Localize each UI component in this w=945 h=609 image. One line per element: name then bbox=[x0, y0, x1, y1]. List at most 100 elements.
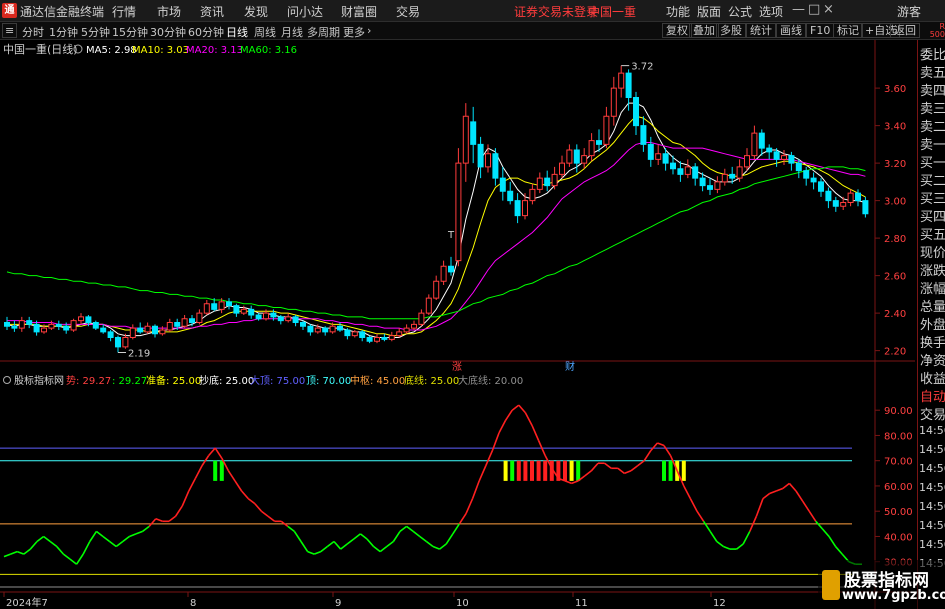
quote-change: 涨跌 bbox=[920, 264, 945, 279]
candle-body bbox=[55, 323, 62, 327]
candle-body bbox=[758, 132, 765, 149]
indicator-item-chaodi: 抄底: 25.00 bbox=[199, 374, 254, 387]
period-5min[interactable]: 5分钟 bbox=[81, 24, 110, 40]
guest-button[interactable]: 游客 bbox=[897, 3, 921, 20]
login-notice[interactable]: 证券交易未登录 bbox=[514, 3, 598, 20]
menu-hangqing[interactable]: 行情 bbox=[112, 3, 136, 20]
candle-body bbox=[226, 301, 232, 307]
candle-body bbox=[832, 200, 839, 207]
candle-body bbox=[63, 325, 70, 331]
candle-body bbox=[263, 312, 269, 320]
candle-body bbox=[396, 331, 403, 337]
menu-wenxiaoda[interactable]: 问小达 bbox=[287, 3, 323, 20]
candle-body bbox=[181, 318, 188, 327]
candle-body bbox=[692, 166, 699, 179]
close-icon[interactable]: × bbox=[823, 2, 834, 17]
indicator-name: 股标指标网 bbox=[14, 374, 64, 387]
tick-time: 14:56 bbox=[919, 462, 945, 475]
candle-body bbox=[48, 323, 55, 329]
candle-body bbox=[329, 325, 336, 333]
toolbar-diejia[interactable]: 叠加 bbox=[689, 23, 719, 38]
candle-body bbox=[514, 200, 521, 217]
minimize-icon[interactable]: — bbox=[792, 2, 805, 17]
toolbar-biaoji[interactable]: 标记 bbox=[833, 23, 863, 38]
y-tick-label: 50.00 bbox=[884, 507, 913, 518]
indicator-item-dadixian: 大底线: 20.00 bbox=[458, 374, 523, 387]
candle-body bbox=[418, 312, 425, 325]
period-15min[interactable]: 15分钟 bbox=[112, 24, 148, 40]
period-week[interactable]: 周线 bbox=[254, 24, 276, 40]
period-more[interactable]: 更多 bbox=[343, 24, 365, 40]
candle-body bbox=[425, 297, 432, 314]
candle-body bbox=[270, 312, 277, 318]
candle-body bbox=[736, 166, 743, 179]
tick-time: 14:56 bbox=[919, 519, 945, 532]
toolbar-fuquan[interactable]: 复权 bbox=[662, 23, 692, 38]
candle-body bbox=[337, 325, 343, 331]
maximize-icon[interactable]: □ bbox=[808, 2, 820, 17]
toolbar-tongji[interactable]: 统计 bbox=[746, 23, 776, 38]
indicator-item-zhongshu: 中枢: 45.00 bbox=[350, 374, 405, 387]
candle-body bbox=[522, 200, 528, 217]
candle-body bbox=[699, 177, 706, 187]
indicator-item-dading: 大顶: 75.00 bbox=[250, 374, 305, 387]
candle-body bbox=[603, 115, 610, 145]
menu-banmian[interactable]: 版面 bbox=[697, 3, 721, 20]
y-tick-label: 3.60 bbox=[884, 84, 906, 95]
trade-button[interactable]: 交易 bbox=[920, 404, 945, 423]
quote-sell1: 卖一 bbox=[920, 138, 945, 153]
signal-bar bbox=[668, 460, 673, 481]
candle-body bbox=[462, 115, 469, 164]
quote-sell5: 卖五 bbox=[920, 66, 945, 81]
cai-marker: 财 bbox=[565, 360, 575, 373]
menu-faxian[interactable]: 发现 bbox=[244, 3, 268, 20]
y-tick-label: 3.40 bbox=[884, 122, 906, 133]
menu-xuanxiang[interactable]: 选项 bbox=[759, 3, 783, 20]
auto-trade-button[interactable]: 自动 bbox=[920, 386, 945, 405]
signal-bar bbox=[543, 460, 548, 481]
menu-jiaoyi[interactable]: 交易 bbox=[396, 3, 420, 20]
period-fenshi[interactable]: 分时 bbox=[22, 24, 44, 40]
candle-body bbox=[381, 337, 388, 340]
period-30min[interactable]: 30分钟 bbox=[150, 24, 186, 40]
signal-bar bbox=[662, 460, 666, 481]
indicator-item-dixian: 底线: 25.00 bbox=[404, 374, 459, 387]
toolbar-huaxian[interactable]: 画线 bbox=[776, 23, 806, 38]
candle-body bbox=[433, 280, 440, 299]
chevron-right-icon[interactable]: › bbox=[367, 24, 371, 37]
menu-caifuquan[interactable]: 财富圈 bbox=[341, 3, 377, 20]
period-day[interactable]: 日线 bbox=[226, 24, 248, 40]
toolbar-duogu[interactable]: 多股 bbox=[716, 23, 746, 38]
signal-bar bbox=[510, 460, 515, 481]
signal-bar bbox=[503, 460, 508, 481]
candle-body bbox=[818, 181, 824, 192]
period-60min[interactable]: 60分钟 bbox=[188, 24, 224, 40]
signal-bar bbox=[563, 460, 567, 481]
quote-panel: 委比 卖五 卖四 卖三 卖二 卖一 买一 买二 买三 买四 买五 现价 涨跌 涨… bbox=[917, 40, 945, 609]
toolbar-f10[interactable]: F10 bbox=[806, 23, 835, 38]
signal-bar bbox=[536, 460, 541, 481]
menu-gongneng[interactable]: 功能 bbox=[666, 3, 690, 20]
candle-body bbox=[544, 177, 551, 187]
toolbar-back[interactable]: 返回 bbox=[890, 23, 920, 38]
candle-body bbox=[677, 168, 684, 175]
indicator-header: 股标指标网 势: 29.27 : 29.27 准备: 25.00 抄底: 25.… bbox=[3, 374, 523, 387]
candle-body bbox=[803, 170, 810, 179]
period-month[interactable]: 月线 bbox=[281, 24, 303, 40]
indicator-item-shi2: : 29.27 bbox=[112, 376, 147, 387]
title-bar: 通 通达信金融终端 行情 市场 资讯 发现 问小达 财富圈 交易 证券交易未登录… bbox=[0, 0, 945, 22]
signal-bar bbox=[523, 460, 528, 481]
period-1min[interactable]: 1分钟 bbox=[49, 24, 78, 40]
chart-area[interactable]: 中国一重(日线) MA5: 2.98 MA10: 3.03 MA20: 3.13… bbox=[0, 40, 915, 609]
y-tick-label: 3.20 bbox=[884, 159, 906, 170]
menu-zixun[interactable]: 资讯 bbox=[200, 3, 224, 20]
title-stock-name: 中国一重 bbox=[588, 5, 637, 19]
menu-shichang[interactable]: 市场 bbox=[157, 3, 181, 20]
quote-buy5: 买五 bbox=[920, 228, 945, 243]
menu-toggle-icon[interactable]: ≡ bbox=[2, 23, 18, 38]
candle-body bbox=[714, 181, 721, 190]
menu-gongshi[interactable]: 公式 bbox=[728, 3, 752, 20]
indicator-item-shi: 势: 29.27 bbox=[66, 374, 111, 387]
candle-body bbox=[566, 149, 573, 164]
period-multi[interactable]: 多周期 bbox=[307, 24, 340, 40]
